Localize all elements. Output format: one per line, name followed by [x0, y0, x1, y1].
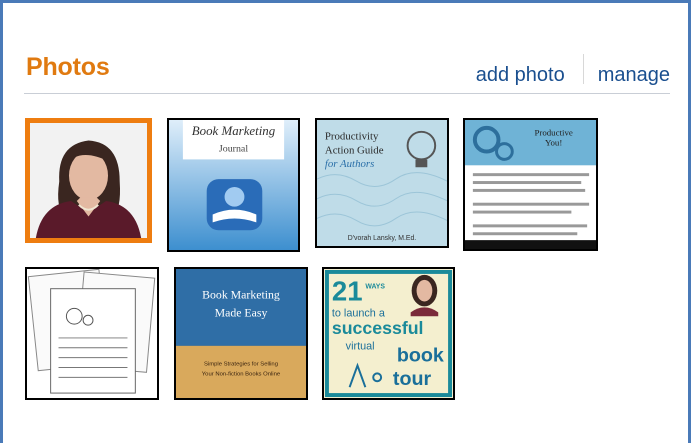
- book-marketing-easy-image: Book Marketing Made Easy Simple Strategi…: [176, 269, 306, 398]
- guide-title-line1: Productivity: [325, 131, 379, 143]
- tour-number: 21: [332, 276, 363, 307]
- productive-you-image: Productive You!: [465, 120, 596, 249]
- productivity-guide-image: Productivity Action Guide for Authors D'…: [317, 120, 447, 246]
- photos-header: Photos add photo manage: [24, 47, 670, 94]
- tour-line3: virtual: [346, 341, 375, 353]
- easy-tagline1: Simple Strategies for Selling: [204, 362, 278, 368]
- photo-thumb-virtual-book-tour[interactable]: 21 WAYS to launch a successful virtual b…: [322, 267, 455, 400]
- tour-line2: successful: [332, 318, 424, 338]
- journal-subtitle: Journal: [219, 144, 248, 155]
- section-title: Photos: [26, 53, 110, 81]
- easy-title-line2: Made Easy: [215, 305, 268, 319]
- productive-subtitle: You!: [545, 138, 562, 148]
- author-portrait-image: [30, 123, 147, 238]
- photo-thumb-book-marketing-journal[interactable]: Book Marketing Journal: [167, 118, 300, 252]
- virtual-book-tour-image: 21 WAYS to launch a successful virtual b…: [324, 269, 453, 398]
- photo-thumb-worksheet-pages[interactable]: [25, 267, 159, 400]
- book-marketing-journal-image: Book Marketing Journal: [169, 120, 298, 250]
- tour-line5: tour: [393, 368, 432, 390]
- easy-title-line1: Book Marketing: [202, 288, 280, 302]
- easy-tagline2: Your Non-fiction Books Online: [202, 371, 281, 377]
- guide-title-line3: for Authors: [325, 158, 374, 170]
- photo-thumb-author-portrait[interactable]: [25, 118, 152, 243]
- guide-author: D'vorah Lansky, M.Ed.: [348, 235, 417, 242]
- photo-thumb-book-marketing-made-easy[interactable]: Book Marketing Made Easy Simple Strategi…: [174, 267, 308, 400]
- header-actions: add photo manage: [476, 54, 670, 89]
- action-divider: [582, 54, 584, 84]
- photo-thumb-productivity-action-guide[interactable]: Productivity Action Guide for Authors D'…: [315, 118, 449, 248]
- tour-line4: book: [397, 345, 444, 367]
- productive-title: Productive: [534, 128, 572, 138]
- add-photo-link[interactable]: add photo: [476, 64, 565, 87]
- guide-title-line2: Action Guide: [325, 144, 384, 156]
- manage-link[interactable]: manage: [598, 64, 670, 87]
- photo-thumb-productive-you[interactable]: Productive You!: [463, 118, 598, 251]
- journal-title: Book Marketing: [192, 124, 276, 138]
- tour-ways: WAYS: [365, 284, 385, 291]
- worksheet-image: [27, 269, 157, 398]
